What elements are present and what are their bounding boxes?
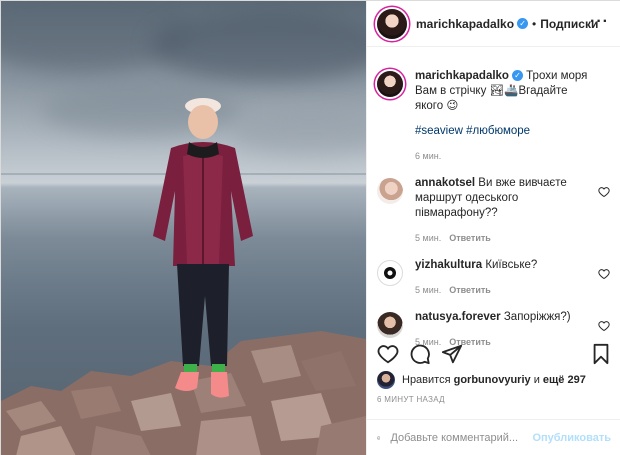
more-options-icon[interactable]: ··· xyxy=(590,13,609,31)
separator-dot: • xyxy=(532,16,537,31)
verified-badge-icon: ✓ xyxy=(511,70,523,82)
post-timestamp[interactable]: 6 МИНУТ НАЗАД xyxy=(377,395,445,404)
comment-meta: 5 мин. Ответить xyxy=(415,283,595,298)
commenter-avatar[interactable] xyxy=(377,312,403,338)
share-icon[interactable] xyxy=(441,343,463,365)
like-comment-heart-icon[interactable] xyxy=(598,186,610,198)
person xyxy=(153,98,253,398)
comment-meta: 5 мин. Ответить xyxy=(415,231,595,246)
commenter-username[interactable]: yizhakultura xyxy=(415,259,482,271)
comment-body: annakotsel Ви вже вивчаєте маршрут одесь… xyxy=(415,176,595,246)
commenter-username[interactable]: natusya.forever xyxy=(415,311,501,323)
comment-time[interactable]: 5 мин. xyxy=(415,233,441,243)
author-username[interactable]: marichkapadalko xyxy=(416,17,514,31)
reply-button[interactable]: Ответить xyxy=(449,233,491,243)
caption-avatar[interactable] xyxy=(377,71,403,97)
comment-input[interactable] xyxy=(390,432,533,444)
likes-and: и xyxy=(533,374,540,386)
action-bar xyxy=(377,341,611,369)
caption-username[interactable]: marichkapadalko xyxy=(415,70,509,82)
instagram-post: marichkapadalko ✓ • Подписки ··· marichk… xyxy=(0,0,620,455)
comment-text: Запоріжжя?) xyxy=(503,311,571,323)
like-comment-heart-icon[interactable] xyxy=(598,320,610,332)
commenter-avatar[interactable] xyxy=(377,260,403,286)
comment-time[interactable]: 5 мин. xyxy=(415,285,441,295)
reply-button[interactable]: Ответить xyxy=(449,285,491,295)
add-comment-bar: Опубликовать xyxy=(367,419,620,455)
caption-meta: 6 мин. xyxy=(415,149,595,164)
cloud xyxy=(151,11,366,81)
caption-time[interactable]: 6 мин. xyxy=(415,151,441,161)
liker-avatar[interactable] xyxy=(377,371,395,389)
like-heart-icon[interactable] xyxy=(377,343,399,365)
comment-text: Київське? xyxy=(485,259,538,271)
post-sidebar: marichkapadalko ✓ • Подписки ··· marichk… xyxy=(366,1,620,455)
hashtags[interactable]: #seaview #любюморе xyxy=(415,124,595,139)
likes-count[interactable]: ещё 297 xyxy=(543,374,586,386)
save-bookmark-icon[interactable] xyxy=(591,343,611,365)
like-comment-heart-icon[interactable] xyxy=(598,268,610,280)
yizhakultura-logo-icon xyxy=(384,267,396,279)
comment-body: yizhakultura Київське? 5 мин. Ответить xyxy=(415,258,595,298)
likes-row: Нравится gorbunovyuriy и ещё 297 xyxy=(377,371,586,389)
caption-body: marichkapadalko ✓ Трохи моря Вам в стрічк… xyxy=(415,69,595,164)
comment-icon[interactable] xyxy=(409,343,431,365)
emoji-icon[interactable] xyxy=(377,428,381,448)
comment-item: yizhakultura Київське? 5 мин. Ответить xyxy=(367,258,620,298)
post-header: marichkapadalko ✓ • Подписки ··· xyxy=(367,1,620,47)
commenter-username[interactable]: annakotsel xyxy=(415,177,475,189)
comment-item: annakotsel Ви вже вивчаєте маршрут одесь… xyxy=(367,176,620,246)
verified-badge-icon: ✓ xyxy=(517,18,529,29)
author-avatar[interactable] xyxy=(377,8,407,39)
likes-prefix: Нравится xyxy=(402,374,451,386)
publish-button[interactable]: Опубликовать xyxy=(532,432,611,444)
commenter-avatar[interactable] xyxy=(377,178,403,204)
caption: marichkapadalko ✓ Трохи моря Вам в стрічк… xyxy=(367,69,620,164)
comments-list: marichkapadalko ✓ Трохи моря Вам в стрічк… xyxy=(367,57,620,350)
post-photo[interactable] xyxy=(1,1,366,455)
liker-username[interactable]: gorbunovyuriy xyxy=(454,374,531,386)
